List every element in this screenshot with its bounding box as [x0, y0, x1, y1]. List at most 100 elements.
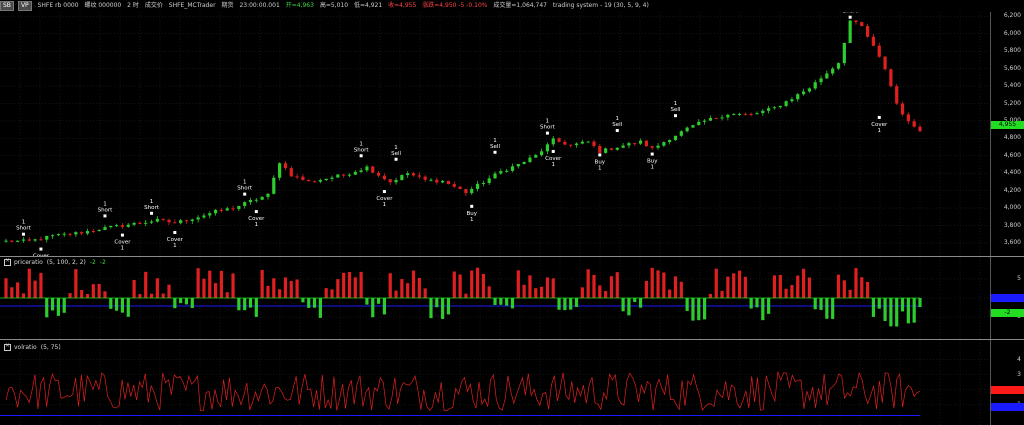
- candle-body: [126, 224, 130, 227]
- candle-body: [347, 174, 352, 176]
- ratio-bar: [772, 275, 777, 298]
- ratio-bar: [196, 268, 200, 298]
- candle-body: [74, 232, 78, 235]
- candle-body: [464, 188, 468, 194]
- candle-body: [516, 163, 520, 167]
- ratio-bar: [592, 274, 596, 298]
- volratio-chart[interactable]: [0, 340, 990, 425]
- candle-body: [91, 231, 95, 233]
- candle-body: [382, 175, 387, 180]
- ratio-bar: [248, 298, 253, 308]
- candle-body: [732, 114, 736, 116]
- signal-marker: [493, 150, 497, 154]
- candle-body: [260, 196, 264, 200]
- chart-header: SB VP SHFE rb 0000 螺纹 000000 2 时 成交价 SHFE…: [0, 0, 990, 12]
- timeframe: 2 时: [127, 2, 139, 9]
- candle-body: [685, 127, 689, 132]
- ratio-bar: [522, 284, 526, 298]
- ratio-bar: [871, 298, 876, 317]
- candle-body: [615, 147, 619, 150]
- symbol-tag-2[interactable]: VP: [17, 1, 32, 11]
- candle-body: [749, 113, 753, 115]
- candle-body: [295, 176, 299, 178]
- candle-body: [900, 103, 905, 115]
- ratio-bar: [627, 298, 631, 316]
- candle-body: [778, 105, 782, 108]
- ratio-bar: [720, 290, 724, 298]
- candle-body: [394, 180, 398, 183]
- ratio-bar: [4, 278, 8, 298]
- last-price-badge: 4,955: [991, 120, 1024, 129]
- trading-chart-window: SB VP SHFE rb 0000 螺纹 000000 2 时 成交价 SHFE…: [0, 0, 1024, 425]
- candle-body: [365, 166, 369, 171]
- signal-short: 1Short: [237, 180, 253, 196]
- signal-cover: 1Cover: [871, 115, 888, 134]
- signal-short: 1Short: [98, 201, 113, 218]
- candle-body: [312, 181, 317, 183]
- strategy-label: trading system - 19 (30, 5, 9, 4): [552, 2, 649, 9]
- candle-body: [68, 233, 72, 235]
- signal-label: Short: [843, 12, 859, 15]
- ratio-bar: [417, 277, 421, 298]
- signal-label: Sell: [391, 151, 401, 157]
- candle-body: [673, 135, 678, 141]
- price-tick: 6,000: [1003, 29, 1021, 37]
- ratio-bar: [45, 298, 49, 318]
- candle-body: [21, 239, 26, 241]
- candle-body: [761, 110, 765, 114]
- candle-body: [534, 155, 538, 158]
- priceratio-chart[interactable]: [0, 257, 990, 339]
- price-chart[interactable]: 1Short1Cover1Short1Cover1Short1Cover1Sho…: [0, 12, 990, 256]
- candle-body: [33, 239, 37, 241]
- ratio-bar: [574, 298, 579, 307]
- signal-sell: 1Sell: [490, 138, 500, 154]
- candle-body: [184, 220, 189, 222]
- signal-marker: [254, 210, 258, 214]
- candle-body: [708, 117, 713, 121]
- ratio-bar: [103, 291, 107, 298]
- candle-body: [784, 101, 788, 106]
- price-tick: 5,600: [1003, 64, 1021, 72]
- ratio-bar: [737, 270, 742, 298]
- candle-body: [243, 202, 247, 206]
- ratio-bar: [895, 298, 899, 327]
- signal-cover: 1Cover: [376, 190, 393, 208]
- ratio-bar: [836, 274, 841, 298]
- ratio-bar: [330, 289, 334, 298]
- signal-marker: [103, 214, 107, 218]
- candle-body: [336, 174, 340, 178]
- symbol-tag-1[interactable]: SB: [0, 1, 14, 11]
- open-value: 开=4,963: [285, 2, 314, 9]
- candle-body: [435, 179, 439, 183]
- ratio-bar: [132, 279, 136, 298]
- ratio-bar: [423, 288, 427, 298]
- ratio-bar: [347, 272, 352, 298]
- ratio-bar: [115, 298, 119, 311]
- price-tick: 4,200: [1003, 186, 1021, 194]
- candle-body: [668, 140, 672, 143]
- ratio-bar: [353, 277, 357, 298]
- candle-body: [697, 121, 701, 126]
- price-tick: 3,600: [1003, 238, 1021, 246]
- price-axis[interactable]: 6,2006,0005,8005,6005,4005,2005,0004,800…: [990, 12, 1024, 256]
- signal-label: Short: [16, 226, 32, 232]
- volratio-axis[interactable]: 4321: [990, 340, 1024, 425]
- candle-body: [173, 222, 177, 224]
- candle-body: [4, 240, 8, 242]
- candle-body: [115, 225, 119, 227]
- candle-body: [883, 56, 887, 70]
- candle-body: [39, 239, 43, 241]
- ratio-bar: [272, 278, 276, 298]
- candle-body: [871, 36, 876, 46]
- ratio-bar: [74, 269, 78, 298]
- candle-body: [796, 94, 800, 100]
- ratio-bar: [452, 271, 456, 298]
- ratio-bar: [406, 283, 410, 298]
- ratio-bar: [266, 285, 270, 298]
- candle-body: [62, 233, 66, 235]
- candle-body: [638, 140, 643, 144]
- trade-signals: 1Short1Cover1Short1Cover1Short1Cover1Sho…: [16, 12, 888, 256]
- candle-body: [371, 166, 375, 173]
- ratio-bar: [685, 298, 689, 311]
- candle-body: [644, 140, 648, 147]
